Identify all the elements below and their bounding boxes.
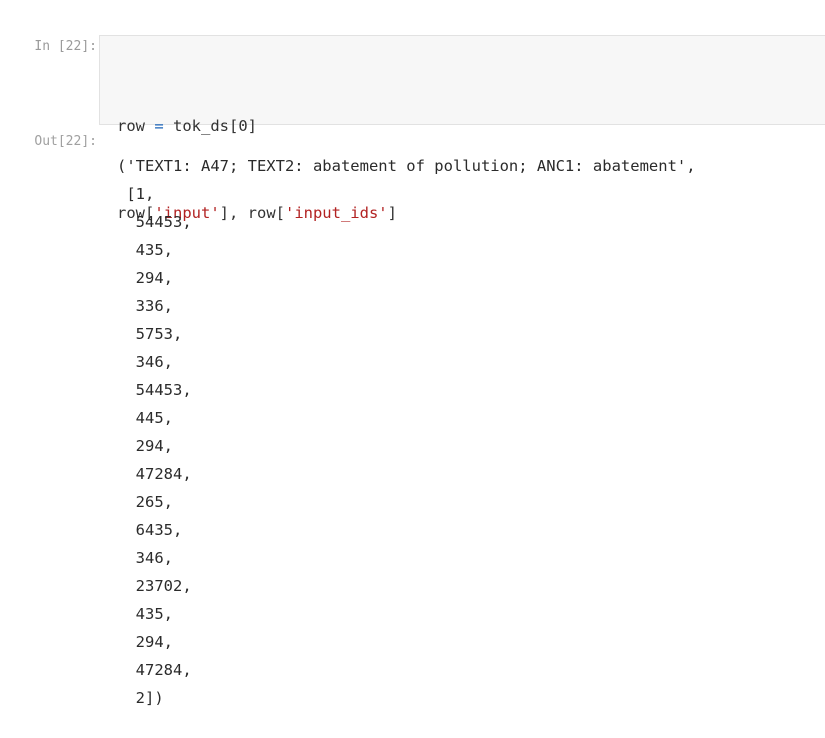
input-prompt: In [22]: — [34, 39, 97, 54]
output-line: 54453, — [117, 213, 192, 231]
output-line: 6435, — [117, 521, 183, 539]
output-line: 294, — [117, 437, 173, 455]
output-line: 47284, — [117, 465, 192, 483]
output-line: 346, — [117, 549, 173, 567]
output-line: 445, — [117, 409, 173, 427]
output-line: 435, — [117, 241, 173, 259]
output-line: ('TEXT1: A47; TEXT2: abatement of pollut… — [117, 157, 696, 175]
output-line: 5753, — [117, 325, 183, 343]
output-line: 23702, — [117, 577, 192, 595]
output-line: 346, — [117, 353, 173, 371]
output-line: 294, — [117, 633, 173, 651]
output-line: 294, — [117, 269, 173, 287]
output-line: 2]) — [117, 689, 164, 707]
input-cell[interactable]: In [22]: row = tok_ds[0] row['input'], r… — [0, 35, 825, 222]
output-text: ('TEXT1: A47; TEXT2: abatement of pollut… — [117, 152, 696, 712]
output-prompt: Out[22]: — [34, 134, 97, 149]
output-line: 336, — [117, 297, 173, 315]
code-editor[interactable]: row = tok_ds[0] row['input'], row['input… — [99, 35, 825, 222]
output-line: 54453, — [117, 381, 192, 399]
output-line: [1, — [117, 185, 155, 203]
output-cell: Out[22]: ('TEXT1: A47; TEXT2: abatement … — [0, 132, 825, 732]
output-line: 47284, — [117, 661, 192, 679]
output-line: 435, — [117, 605, 173, 623]
output-line: 265, — [117, 493, 173, 511]
